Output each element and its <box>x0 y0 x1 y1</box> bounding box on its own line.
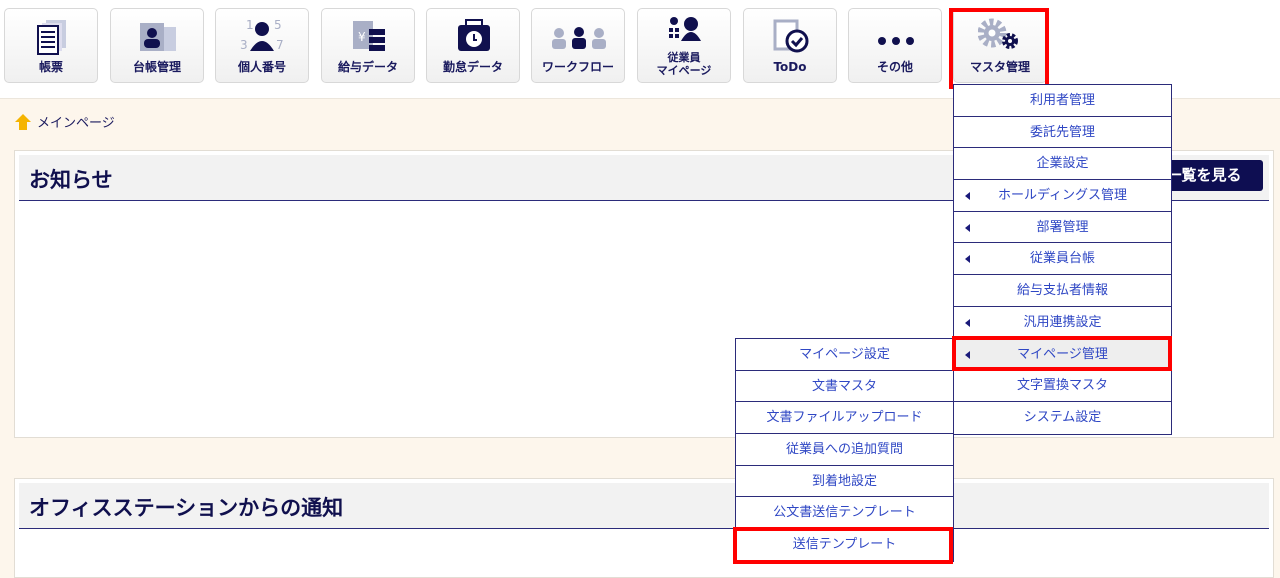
todo-check-icon <box>773 19 809 53</box>
menu-item-label: ホールディングス管理 <box>997 188 1128 204</box>
home-icon <box>15 113 31 130</box>
menu-item[interactable]: 文字置換マスタ <box>954 370 1171 402</box>
svg-text:3: 3 <box>240 38 248 52</box>
toolbar-button-todo[interactable]: ToDo <box>743 8 837 83</box>
person-number-icon: 1 53 7 <box>240 18 284 52</box>
menu-item-label: 給与支払者情報 <box>1016 283 1108 299</box>
toolbar-label-line2: マイページ <box>656 64 712 77</box>
menu-item-label: 従業員台帳 <box>1029 251 1095 267</box>
breadcrumb-main-page[interactable]: メインページ <box>37 112 115 131</box>
menu-item-label: 委託先管理 <box>1029 124 1095 140</box>
toolbar-button-forms[interactable]: 帳票 <box>4 8 98 83</box>
toolbar-button-employee-mypage[interactable]: 従業員 マイページ <box>637 8 731 83</box>
menu-item-label: システム設定 <box>1023 409 1102 425</box>
toolbar-button-workflow[interactable]: ワークフロー <box>531 8 625 83</box>
toolbar-label: ワークフロー <box>541 60 614 74</box>
menu-item[interactable]: 企業設定 <box>954 148 1171 181</box>
menu-item[interactable]: 汎用連携設定 <box>954 306 1171 339</box>
caret-left-icon <box>965 255 970 264</box>
menu-item-label: マイページ管理 <box>1017 346 1108 362</box>
menu-item[interactable]: システム設定 <box>954 401 1171 434</box>
office-station-title: オフィスステーションからの通知 <box>29 496 344 520</box>
submenu-item[interactable]: 従業員への追加質問 <box>736 434 953 466</box>
toolbar-button-salary-data[interactable]: ¥ 給与データ <box>321 8 415 83</box>
toolbar-button-master-management[interactable]: マスタ管理 <box>953 8 1047 83</box>
caret-left-icon <box>965 318 970 327</box>
notice-title: お知らせ <box>29 168 113 192</box>
caret-left-icon <box>965 223 970 232</box>
toolbar-button-attendance-data[interactable]: 勤怠データ <box>426 8 520 83</box>
toolbar-button-personal-number[interactable]: 1537 個人番号 <box>215 8 309 83</box>
toolbar-label: 従業員 マイページ <box>638 51 730 77</box>
workflow-people-icon <box>552 27 606 49</box>
gear-icon <box>978 18 1018 49</box>
menu-item-label: 企業設定 <box>1036 156 1089 172</box>
submenu-item[interactable]: 到着地設定 <box>736 465 953 498</box>
toolbar-button-other[interactable]: その他 <box>848 8 942 83</box>
toolbar-button-ledger[interactable]: 台帳管理 <box>110 8 204 83</box>
id-card-icon <box>140 23 176 51</box>
toolbar-label: その他 <box>876 60 913 74</box>
office-station-header: オフィスステーションからの通知 <box>19 483 1269 529</box>
menu-item[interactable]: 従業員台帳 <box>954 243 1171 276</box>
toolbar-label: 給与データ <box>337 60 398 74</box>
menu-item[interactable]: 給与支払者情報 <box>954 275 1171 307</box>
menu-item[interactable]: 委託先管理 <box>954 116 1171 149</box>
submenu-item[interactable]: マイページ設定 <box>736 339 953 371</box>
breadcrumb: メインページ <box>14 112 115 131</box>
submenu-item[interactable]: 送信テンプレート <box>736 529 953 561</box>
menu-item[interactable]: ホールディングス管理 <box>954 180 1171 212</box>
caret-left-icon <box>965 192 970 201</box>
mypage-management-submenu: マイページ設定 文書マスタ 文書ファイルアップロード 従業員への追加質問 到着地設定 公文… <box>735 338 954 562</box>
menu-item[interactable]: マイページ管理 <box>954 338 1171 371</box>
salary-envelope-icon: ¥ <box>353 21 385 51</box>
menu-item-label: 部署管理 <box>1036 219 1089 235</box>
toolbar-label: ToDo <box>773 60 807 74</box>
svg-text:7: 7 <box>276 38 284 52</box>
menu-item[interactable]: 部署管理 <box>954 211 1171 244</box>
toolbar-label: 帳票 <box>38 60 63 74</box>
toolbar-label: 個人番号 <box>237 60 286 74</box>
office-station-panel: オフィスステーションからの通知 <box>14 478 1274 578</box>
toolbar-label: 勤怠データ <box>442 60 503 74</box>
menu-item[interactable]: 利用者管理 <box>954 85 1171 117</box>
submenu-item[interactable]: 文書マスタ <box>736 370 953 403</box>
svg-text:5: 5 <box>274 18 282 32</box>
submenu-item[interactable]: 公文書送信テンプレート <box>736 497 953 530</box>
document-stack-icon <box>37 20 66 55</box>
timecard-icon <box>458 19 490 51</box>
toolbar-label-line1: 従業員 <box>667 51 701 64</box>
toolbar-label: 台帳管理 <box>132 60 181 74</box>
svg-text:1: 1 <box>246 18 254 32</box>
menu-item-label: 汎用連携設定 <box>1023 314 1102 330</box>
submenu-item[interactable]: 文書ファイルアップロード <box>736 402 953 435</box>
employee-mypage-icon <box>669 17 701 41</box>
menu-item-label: 利用者管理 <box>1029 93 1095 108</box>
toolbar-label: マスタ管理 <box>969 60 1030 74</box>
caret-left-icon <box>965 350 970 359</box>
svg-text:¥: ¥ <box>358 30 366 44</box>
more-dots-icon <box>878 37 914 45</box>
menu-item-label: 文字置換マスタ <box>1016 378 1108 394</box>
master-management-menu: 利用者管理委託先管理企業設定ホールディングス管理 部署管理従業員台帳給与支払者情報… <box>953 84 1172 435</box>
